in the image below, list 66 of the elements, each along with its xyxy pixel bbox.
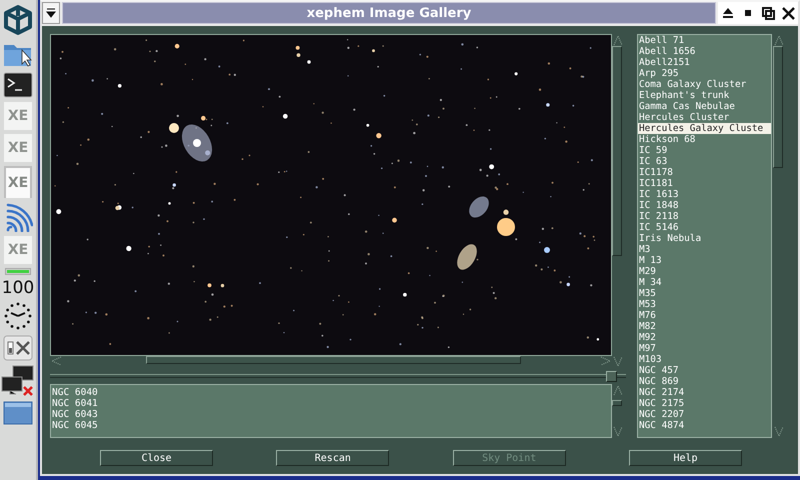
list-item[interactable]: IC 1613 (638, 189, 771, 200)
scrollbar[interactable] (50, 356, 612, 368)
list-item[interactable]: IC 5146 (638, 222, 771, 233)
list-item[interactable]: M35 (638, 288, 771, 299)
list-item[interactable]: NGC 457 (638, 365, 771, 376)
list-item[interactable]: IC 1848 (638, 200, 771, 211)
pane-sash-handle[interactable] (606, 371, 617, 382)
app-launcher[interactable]: XE (4, 134, 32, 162)
list-item[interactable]: NGC 869 (638, 376, 771, 387)
list-item[interactable]: Arp 295 (638, 68, 771, 79)
object-list-text: NGC 6040 NGC 6041 NGC 6043 NGC 6045 (50, 384, 612, 438)
cube-logo-icon (3, 4, 33, 36)
app-launcher[interactable]: XE (4, 236, 32, 264)
list-item[interactable]: M 13 (638, 255, 771, 266)
list-item[interactable]: Elephant's trunk (638, 90, 771, 101)
close-icon (782, 6, 794, 20)
maximize-button[interactable] (760, 5, 776, 21)
list-item[interactable]: Abell2151 (638, 57, 771, 68)
scroll-thumb[interactable] (773, 46, 783, 168)
list-item[interactable]: M92 (638, 332, 771, 343)
list-item[interactable]: NGC 4874 (638, 420, 771, 431)
app-launcher[interactable]: XE (4, 102, 32, 130)
app-launcher[interactable]: XE (4, 166, 32, 198)
list-item[interactable]: IC 63 (638, 156, 771, 167)
list-item[interactable]: Iris Nebula (638, 233, 771, 244)
list-item[interactable]: M76 (638, 310, 771, 321)
list-item[interactable]: NGC 2174 (638, 387, 771, 398)
eject-icon (722, 7, 734, 19)
list-item[interactable]: IC1181 (638, 178, 771, 189)
list-item[interactable]: Hickson 68 (638, 134, 771, 145)
terminal-icon (3, 72, 33, 98)
clock-icon (3, 301, 33, 331)
list-item[interactable]: Coma Galaxy Cluster (638, 79, 771, 90)
list-item[interactable]: M82 (638, 321, 771, 332)
list-item[interactable]: M97 (638, 343, 771, 354)
list-item[interactable]: M29 (638, 266, 771, 277)
list-item[interactable]: Hercules Cluster (638, 112, 771, 123)
list-item[interactable]: NGC 2175 (638, 398, 771, 409)
window-title: xephem Image Gallery (306, 6, 472, 20)
list-item[interactable]: Hercules Galaxy Cluste (638, 123, 771, 134)
scroll-thumb[interactable] (612, 46, 622, 256)
list-item[interactable]: Abell 71 (638, 35, 771, 46)
scroll-thumb[interactable] (612, 400, 622, 406)
dialog-button[interactable]: Rescan (276, 450, 390, 466)
disconnected-monitors-icon (1, 365, 35, 397)
list-item[interactable]: IC1178 (638, 167, 771, 178)
list-item[interactable]: M53 (638, 299, 771, 310)
list-item[interactable]: Abell 1656 (638, 46, 771, 57)
switch-and-tools-icon (3, 335, 33, 361)
list-item[interactable]: M103 (638, 354, 771, 365)
scroll-thumb[interactable] (146, 356, 521, 364)
window-icon (3, 401, 33, 425)
list-item[interactable]: M 34 (638, 277, 771, 288)
dialog-button[interactable]: Close (100, 450, 213, 466)
menu-caret-icon (46, 8, 56, 18)
small-square-icon (744, 9, 752, 17)
window-menu-button[interactable] (42, 2, 60, 24)
list-item[interactable]: Gamma Cas Nebulae (638, 101, 771, 112)
list-item[interactable]: IC 59 (638, 145, 771, 156)
list-item[interactable]: M3 (638, 244, 771, 255)
close-button[interactable] (780, 5, 796, 21)
list-item[interactable]: NGC 2207 (638, 409, 771, 420)
battery-percent: 100 (2, 279, 34, 297)
overlapping-squares-icon (762, 6, 774, 20)
dialog-button[interactable]: Help (628, 450, 742, 466)
list-item[interactable]: IC 2118 (638, 211, 771, 222)
